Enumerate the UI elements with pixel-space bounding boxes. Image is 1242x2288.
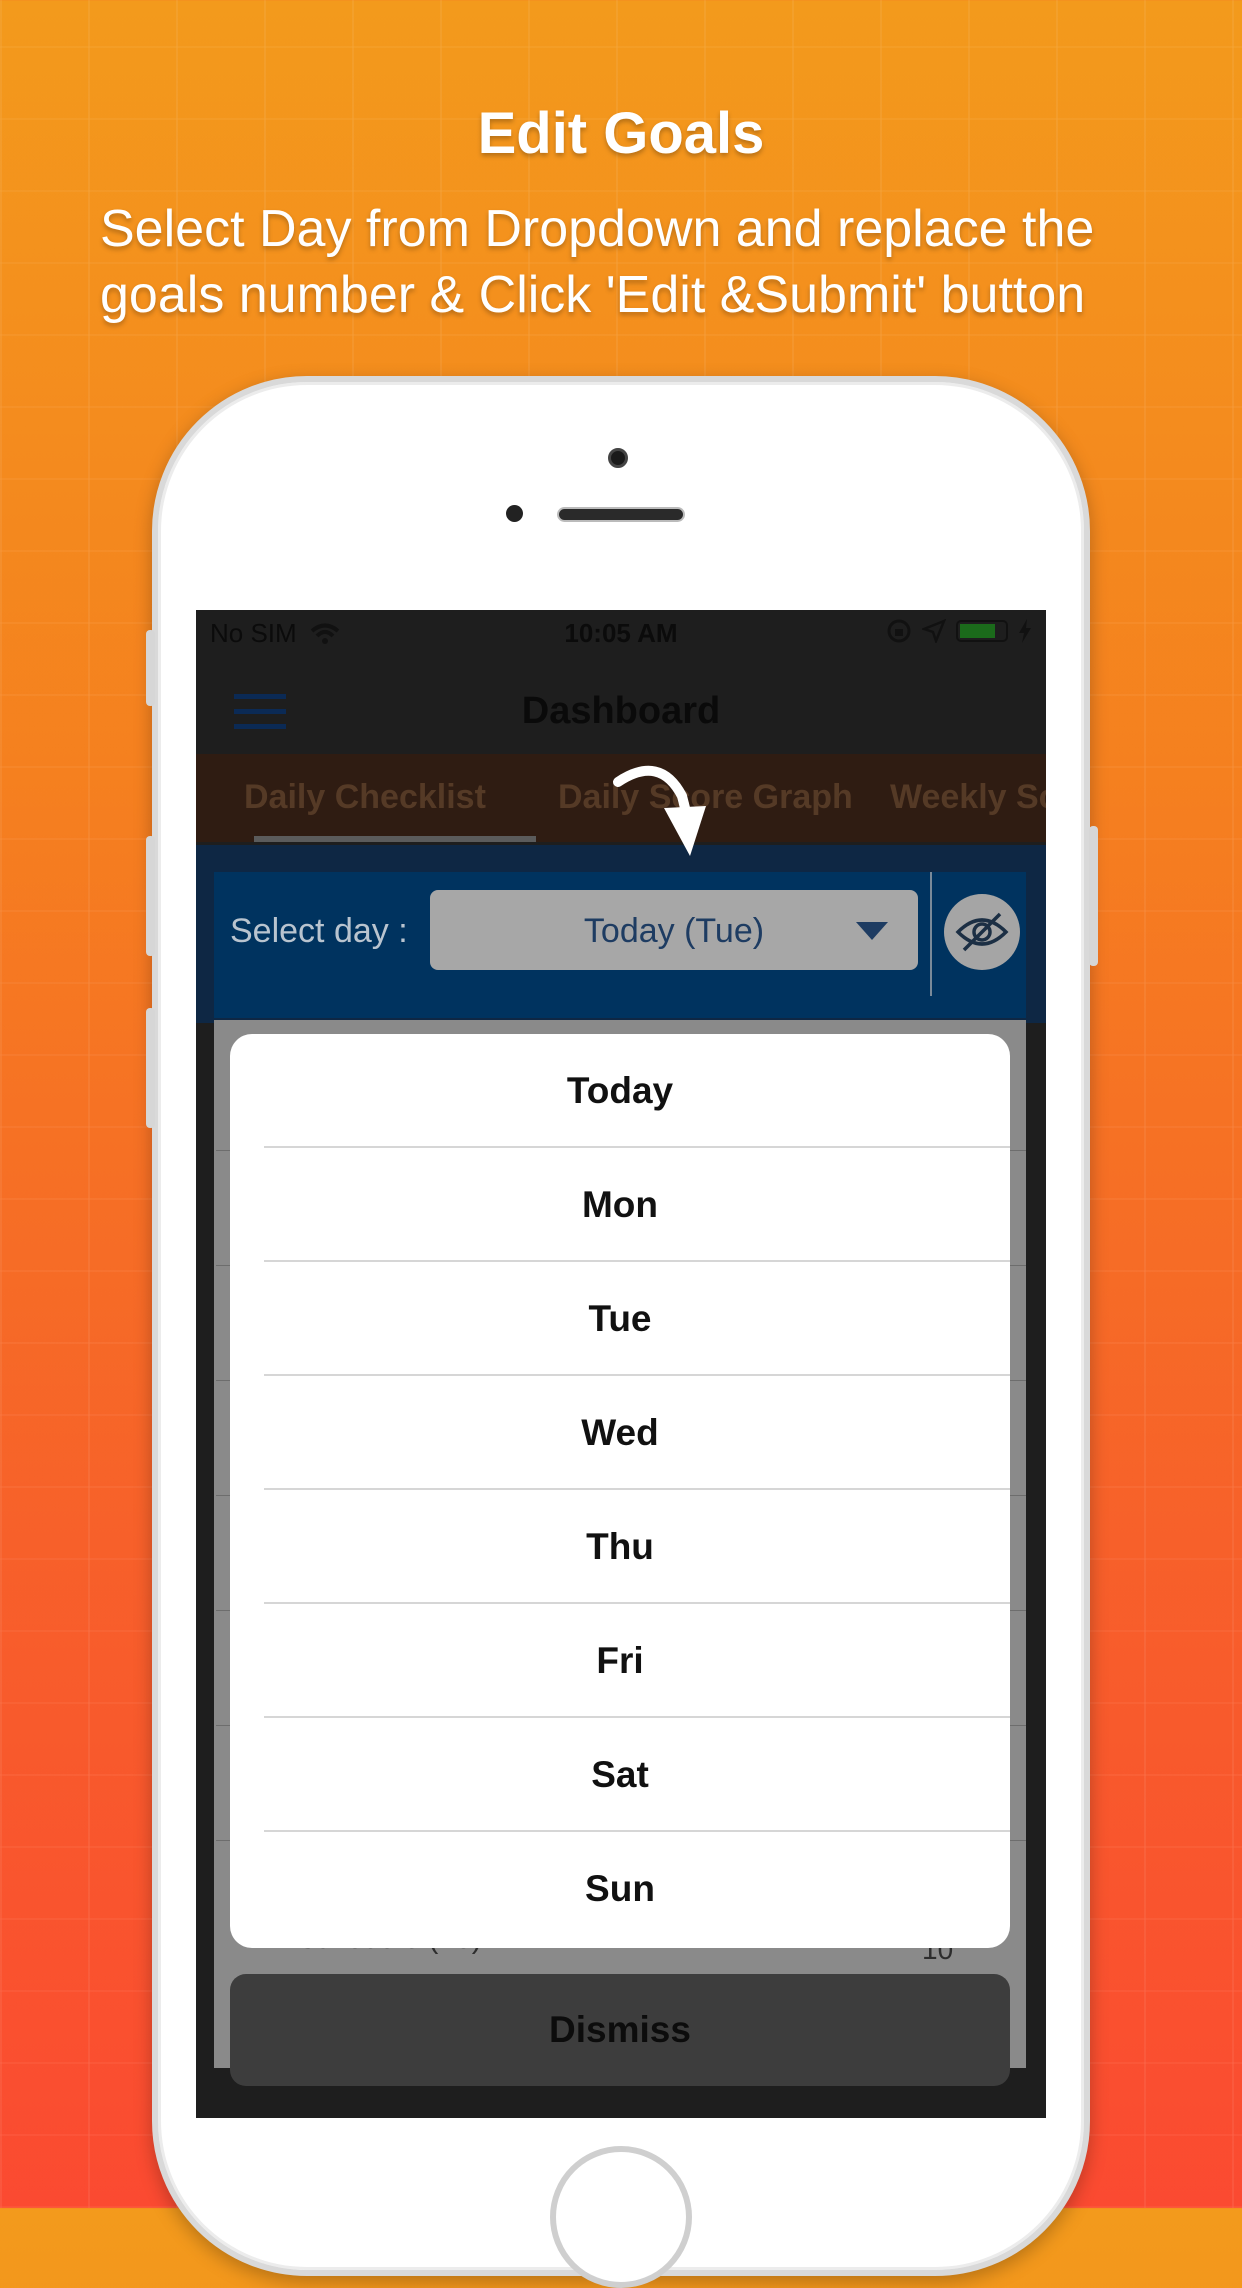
location-icon	[922, 619, 946, 643]
option-wed[interactable]: Wed	[230, 1376, 1010, 1489]
option-sun[interactable]: Sun	[230, 1832, 1010, 1945]
phone-mute-switch	[146, 630, 155, 706]
battery-icon	[956, 620, 1008, 642]
option-mon[interactable]: Mon	[230, 1148, 1010, 1261]
day-dropdown[interactable]: Today (Tue)	[430, 890, 918, 970]
day-dropdown-value: Today (Tue)	[583, 912, 765, 950]
dismiss-button[interactable]: Dismiss	[230, 1974, 1010, 2086]
eye-slash-icon	[955, 912, 1009, 952]
home-button	[550, 2146, 692, 2288]
phone-volume-down	[146, 1008, 155, 1128]
day-action-sheet: Today Mon Tue Wed Thu Fri Sat Sun	[230, 1034, 1010, 1948]
tab-daily-checklist[interactable]: Daily Checklist	[244, 778, 486, 817]
dropdown-caret-icon	[856, 922, 888, 940]
front-camera	[608, 448, 628, 468]
option-thu[interactable]: Thu	[230, 1490, 1010, 1603]
phone-volume-up	[146, 836, 155, 956]
option-tue[interactable]: Tue	[230, 1262, 1010, 1375]
filter-divider	[930, 872, 932, 996]
tab-weekly-score[interactable]: Weekly Sc	[890, 778, 1046, 817]
option-sat[interactable]: Sat	[230, 1718, 1010, 1831]
visibility-toggle-button[interactable]	[944, 894, 1020, 970]
promo-headline: Edit Goals	[477, 101, 765, 166]
tab-selected-indicator	[254, 836, 536, 842]
promo-subline: Select Day from Dropdown and replace the…	[100, 200, 1095, 324]
status-bar: No SIM 10:05 AM	[196, 610, 1046, 654]
option-today[interactable]: Today	[230, 1034, 1010, 1147]
nav-bar: Dashboard	[196, 654, 1046, 754]
select-day-label: Select day :	[230, 912, 408, 950]
rotation-lock-icon	[887, 619, 911, 643]
curved-arrow-icon	[613, 765, 706, 856]
earpiece-speaker	[557, 507, 685, 522]
phone-power-button	[1089, 826, 1098, 966]
option-fri[interactable]: Fri	[230, 1604, 1010, 1717]
nav-title: Dashboard	[521, 690, 721, 732]
proximity-sensor	[506, 505, 523, 522]
charging-icon	[1019, 619, 1031, 643]
status-indicators	[886, 618, 1032, 644]
